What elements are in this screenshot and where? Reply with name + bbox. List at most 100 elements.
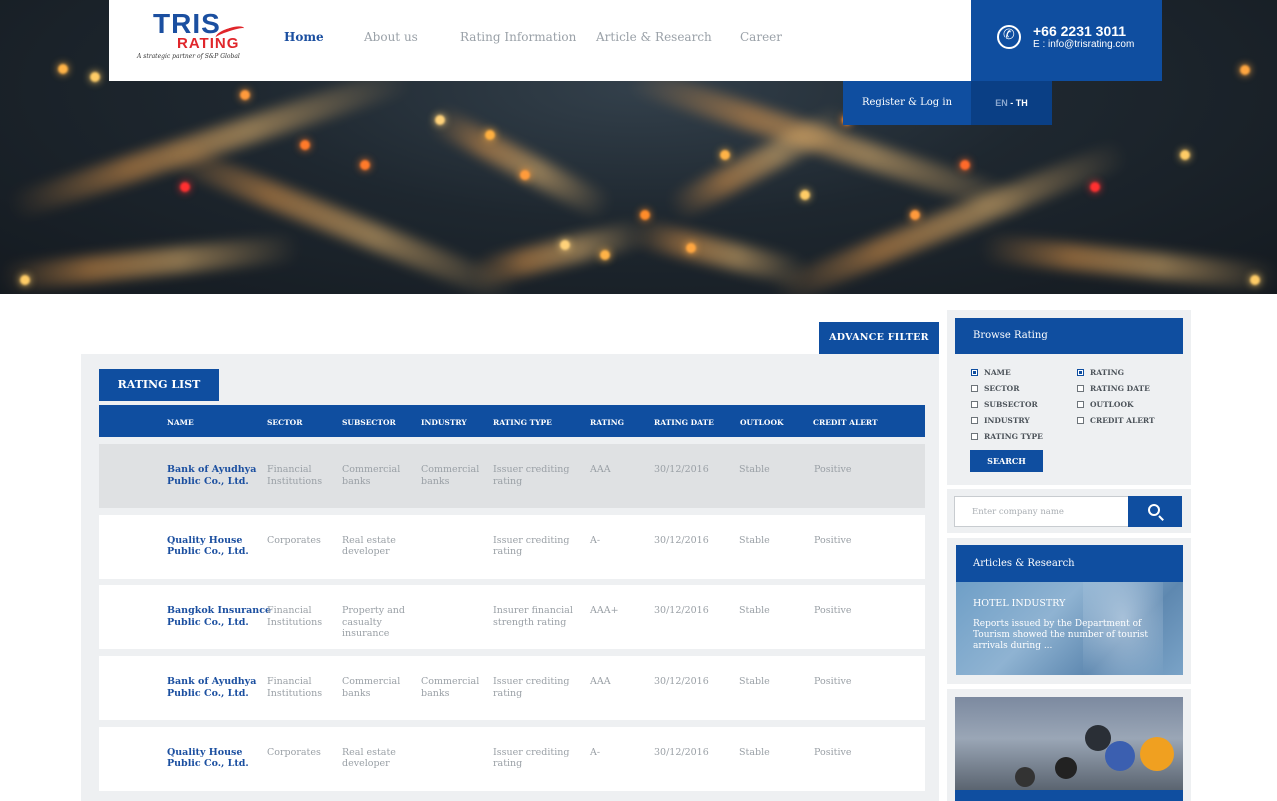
search-button[interactable]: SEARCH: [970, 450, 1043, 472]
row-subsector-line: Property and: [342, 605, 405, 617]
row-sector: Financial Institutions: [267, 464, 322, 487]
col-name[interactable]: NAME: [167, 418, 194, 427]
row-sector-line: Institutions: [267, 475, 323, 487]
row-name-link[interactable]: Bank of Ayudhya Public Co., Ltd.: [167, 676, 256, 699]
register-login-button[interactable]: Register & Log in: [843, 81, 971, 125]
nav-article-research[interactable]: Article & Research: [596, 30, 712, 44]
checkbox-box-icon[interactable]: [1077, 401, 1084, 408]
checkbox-box-icon[interactable]: [1077, 369, 1084, 376]
row-name-link-line: Quality House: [167, 746, 243, 758]
language-switch: EN - TH: [971, 81, 1052, 125]
row-subsector-line: Commercial: [342, 464, 401, 475]
checkbox-box-icon[interactable]: [1077, 417, 1084, 424]
col-credit-alert[interactable]: CREDIT ALERT: [813, 418, 878, 427]
row-rating-type-line: Insurer financial: [493, 605, 573, 617]
checkbox-outlook[interactable]: OUTLOOK: [1077, 400, 1134, 409]
col-rating-date[interactable]: RATING DATE: [654, 418, 714, 427]
row-rating-type-line: rating: [493, 687, 523, 699]
row-rating: AAA: [590, 676, 611, 688]
row-subsector: Property and casualty insurance: [342, 605, 405, 640]
hero-bokeh-light: [1250, 275, 1260, 285]
col-rating[interactable]: RATING: [590, 418, 624, 427]
lang-th[interactable]: TH: [1016, 98, 1028, 108]
table-row[interactable]: Bangkok Insurance Public Co., Ltd. Financi…: [99, 585, 925, 650]
row-rating-type-line: Issuer crediting: [493, 676, 570, 688]
col-subsector[interactable]: SUBSECTOR: [342, 418, 396, 427]
row-sector-line: Corporates: [267, 534, 321, 546]
row-subsector-line: banks: [342, 475, 371, 487]
row-rating: A-: [590, 746, 601, 758]
contact-email[interactable]: E : info@trisrating.com: [1033, 39, 1134, 50]
hero-bokeh-light: [800, 190, 810, 200]
checkbox-label: SUBSECTOR: [984, 400, 1038, 409]
row-rating-type: Issuer crediting rating: [493, 747, 569, 770]
microphone-icon: [1105, 741, 1135, 771]
checkbox-industry[interactable]: INDUSTRY: [971, 416, 1030, 425]
lang-separator: -: [1007, 98, 1016, 108]
row-rating-date: 30/12/2016: [654, 746, 709, 758]
checkbox-box-icon[interactable]: [1077, 385, 1084, 392]
lang-en[interactable]: EN: [995, 98, 1008, 108]
row-name-link[interactable]: Quality House Public Co., Ltd.: [167, 535, 249, 558]
col-sector[interactable]: SECTOR: [267, 418, 302, 427]
checkbox-box-icon[interactable]: [971, 401, 978, 408]
company-search-input[interactable]: [954, 496, 1129, 527]
checkbox-rating[interactable]: RATING: [1077, 368, 1124, 377]
contact-box: +66 2231 3011 E : info@trisrating.com: [971, 0, 1162, 81]
hero-bokeh-light: [300, 140, 310, 150]
checkbox-box-icon[interactable]: [971, 385, 978, 392]
checkbox-rating-date[interactable]: RATING DATE: [1077, 384, 1150, 393]
row-credit-alert: Positive: [814, 464, 852, 475]
nav-rating-information[interactable]: Rating Information: [460, 30, 576, 44]
row-sector-line: Financial: [267, 464, 312, 475]
checkbox-sector[interactable]: SECTOR: [971, 384, 1019, 393]
row-name-link[interactable]: Bank of Ayudhya Public Co., Ltd.: [167, 464, 256, 487]
table-row[interactable]: Bank of Ayudhya Public Co., Ltd. Financial…: [99, 444, 925, 508]
row-industry-line: Commercial: [421, 676, 480, 688]
hero-bokeh-light: [686, 243, 696, 253]
tab-rating-list[interactable]: RATING LIST: [99, 369, 219, 401]
table-row[interactable]: Bank of Ayudhya Public Co., Ltd. Financial…: [99, 656, 925, 721]
hero-light-trail: [469, 218, 651, 288]
row-rating-type: Issuer crediting rating: [493, 464, 569, 487]
nav-about-us[interactable]: About us: [364, 30, 418, 44]
row-name-link[interactable]: Quality House Public Co., Ltd.: [167, 747, 249, 770]
phone-icon: [997, 25, 1021, 49]
checkbox-box-icon[interactable]: [971, 369, 978, 376]
row-name-link-line: Quality House: [167, 534, 243, 546]
hero-light-trail: [6, 65, 414, 221]
checkbox-label: CREDIT ALERT: [1090, 416, 1155, 425]
col-outlook[interactable]: OUTLOOK: [740, 418, 784, 427]
article-heading[interactable]: HOTEL INDUSTRY: [973, 598, 1065, 609]
checkbox-subsector[interactable]: SUBSECTOR: [971, 400, 1038, 409]
checkbox-label: NAME: [984, 368, 1011, 377]
checkbox-box-icon[interactable]: [971, 417, 978, 424]
row-subsector-line: developer: [342, 758, 390, 770]
row-name-link-line: Bank of Ayudhya: [167, 464, 257, 475]
table-row[interactable]: Quality House Public Co., Ltd. Corporates R…: [99, 726, 925, 791]
advance-filter-button[interactable]: ADVANCE FILTER: [819, 322, 939, 354]
row-rating: AAA: [590, 464, 611, 475]
company-search-button[interactable]: [1128, 496, 1182, 527]
press-microphones-image[interactable]: [955, 697, 1183, 801]
hero-bokeh-light: [1180, 150, 1190, 160]
checkbox-name[interactable]: NAME: [971, 368, 1011, 377]
checkbox-box-icon[interactable]: [971, 433, 978, 440]
articles-title[interactable]: Articles & Research: [956, 545, 1183, 582]
row-sector: Corporates: [267, 535, 321, 547]
row-industry: Commercial banks: [421, 676, 479, 699]
phone-number[interactable]: +66 2231 3011: [1033, 23, 1126, 39]
row-name-link-line: Public Co., Ltd.: [167, 687, 249, 699]
tris-rating-logo[interactable]: TRIS RATING A strategic partner of S&P G…: [137, 8, 252, 63]
row-rating: A-: [590, 534, 601, 546]
checkbox-rating-type[interactable]: RATING TYPE: [971, 432, 1043, 441]
table-row[interactable]: Quality House Public Co., Ltd. Corporates R…: [99, 514, 925, 579]
col-industry[interactable]: INDUSTRY: [421, 418, 467, 427]
col-rating-type[interactable]: RATING TYPE: [493, 418, 552, 427]
row-name-link[interactable]: Bangkok Insurance Public Co., Ltd.: [167, 605, 271, 628]
checkbox-label: OUTLOOK: [1090, 400, 1134, 409]
nav-home[interactable]: Home: [284, 30, 324, 44]
hero-light-trail: [979, 234, 1277, 292]
nav-career[interactable]: Career: [740, 30, 782, 44]
checkbox-credit-alert[interactable]: CREDIT ALERT: [1077, 416, 1155, 425]
